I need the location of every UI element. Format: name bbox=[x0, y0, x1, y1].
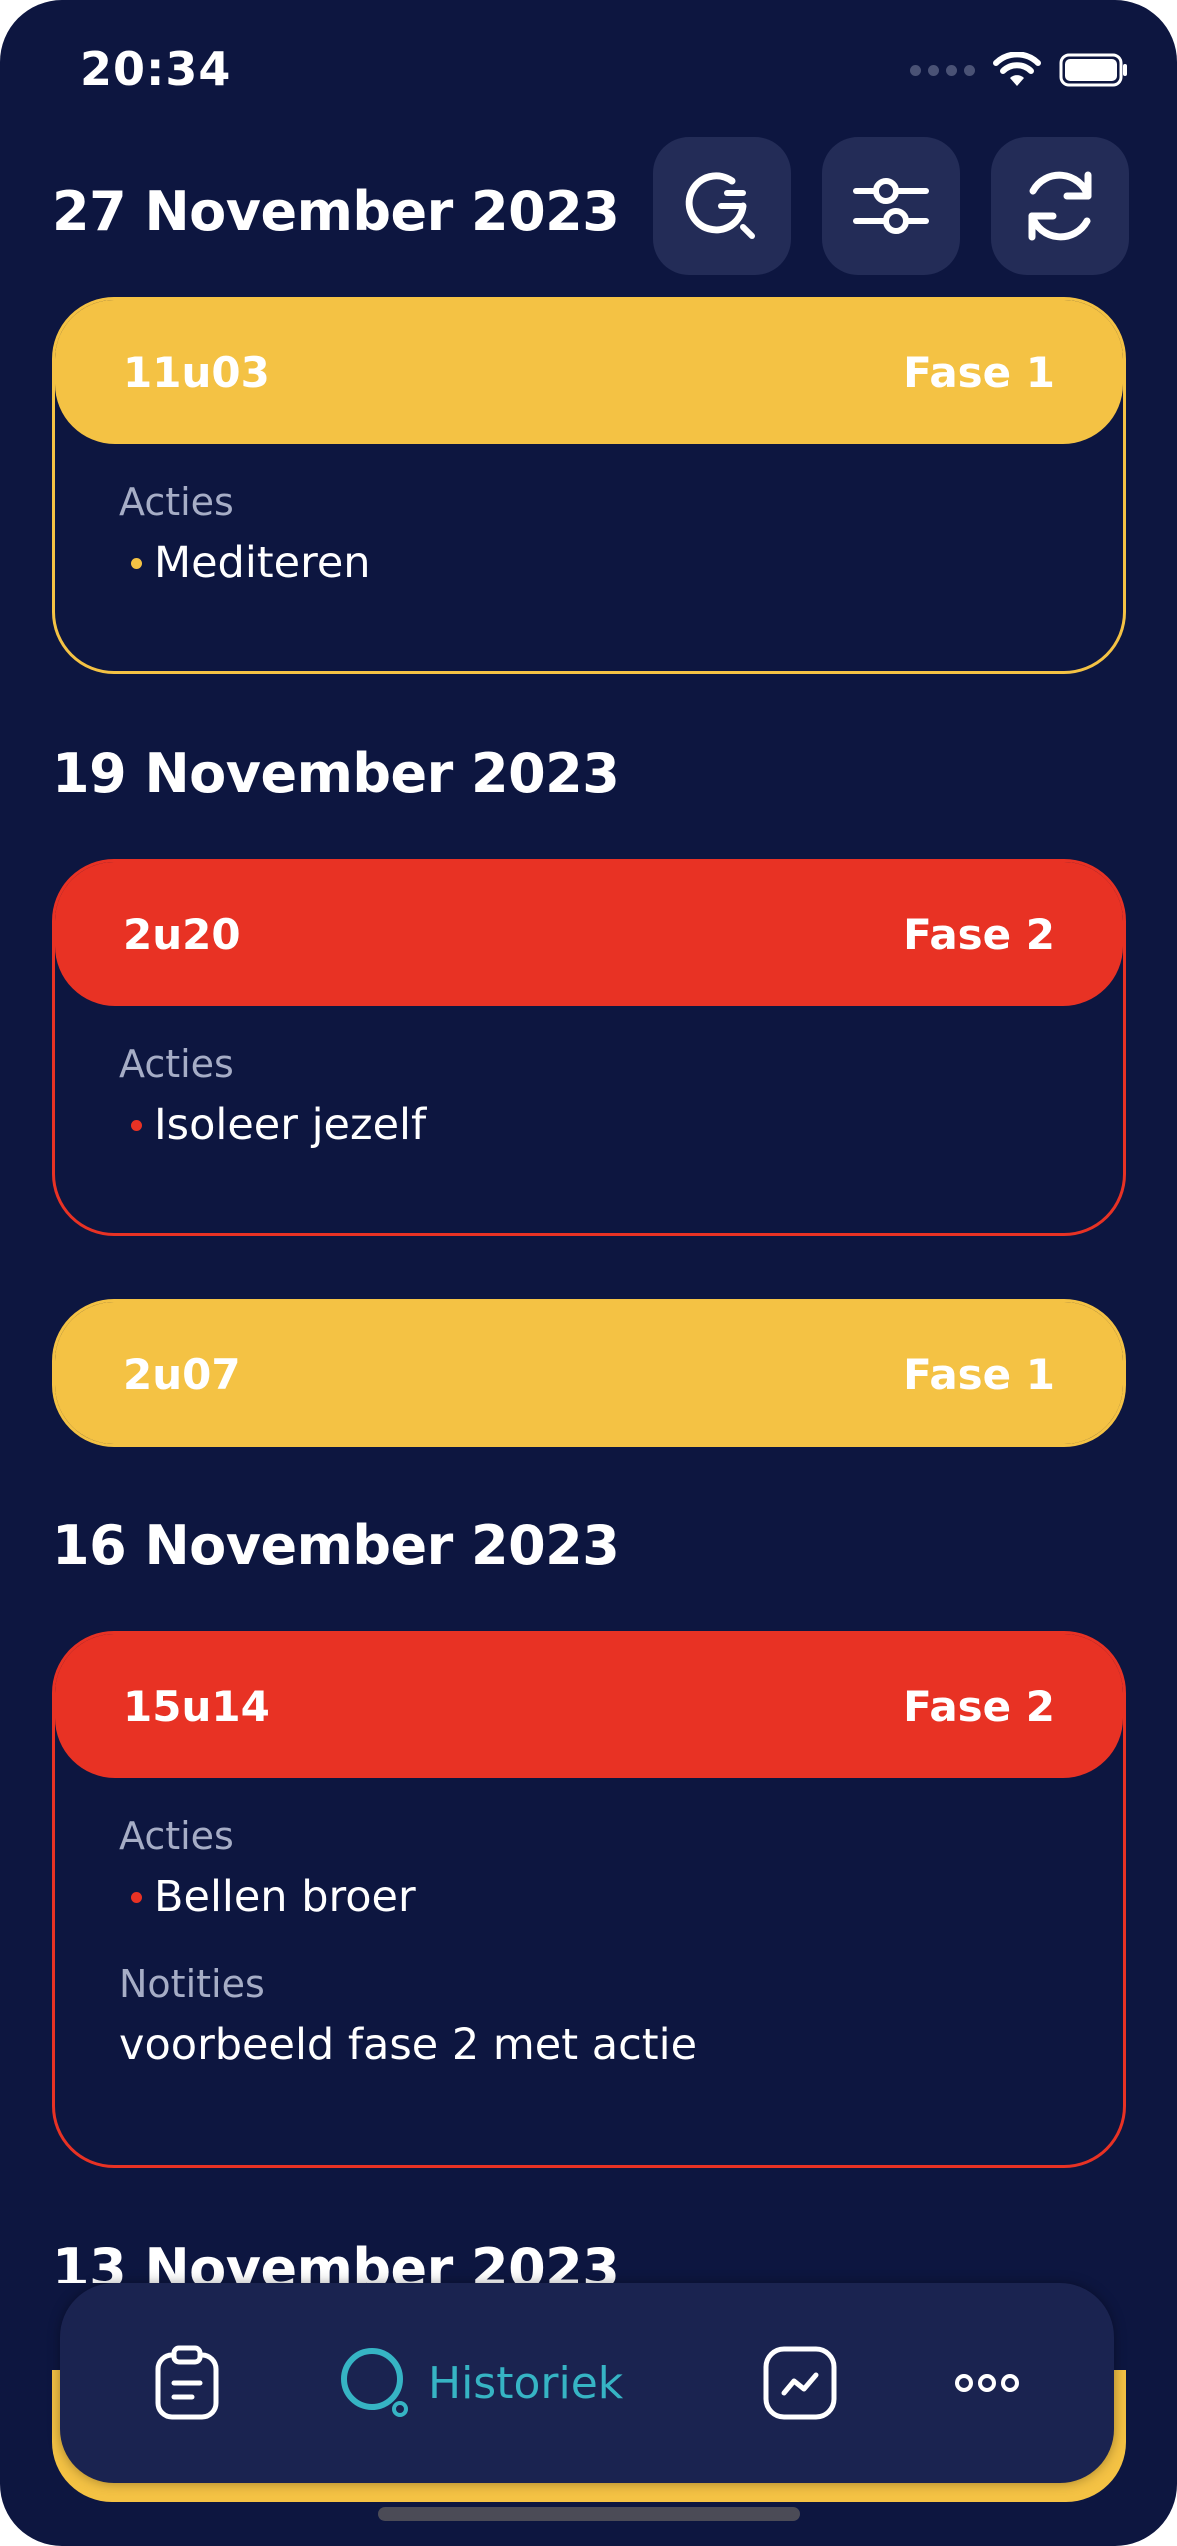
wifi-icon bbox=[993, 52, 1041, 86]
action-text: Bellen broer bbox=[154, 1872, 416, 1922]
bullet-icon bbox=[131, 1891, 142, 1903]
action-text: Mediteren bbox=[154, 538, 371, 588]
tab-log[interactable] bbox=[152, 2283, 222, 2483]
actions-label: Acties bbox=[119, 1814, 234, 1858]
entry-time: 2u07 bbox=[123, 1349, 241, 1399]
entry-card-header: 11u03 Fase 1 bbox=[55, 300, 1123, 444]
filter-sliders-icon bbox=[853, 178, 929, 234]
entry-card[interactable]: 11u03 Fase 1 Acties Mediteren bbox=[52, 297, 1126, 674]
refresh-icon bbox=[1028, 171, 1092, 241]
more-icon bbox=[955, 2374, 1019, 2392]
entry-card[interactable]: 2u07 Fase 1 bbox=[52, 1299, 1126, 1447]
bullet-icon bbox=[131, 1119, 142, 1131]
status-time: 20:34 bbox=[80, 42, 232, 96]
section-date-4: 13 November 2023 bbox=[52, 2237, 620, 2283]
cellular-signal-icon bbox=[910, 64, 975, 76]
home-indicator bbox=[378, 2507, 800, 2521]
entry-card-header: 2u20 Fase 2 bbox=[55, 862, 1123, 1006]
action-text: Isoleer jezelf bbox=[154, 1100, 427, 1150]
entry-phase: Fase 2 bbox=[903, 909, 1055, 959]
notes-text: voorbeeld fase 2 met actie bbox=[119, 2020, 698, 2070]
entry-card-body: Acties Isoleer jezelf bbox=[55, 1006, 1123, 1150]
tab-historiek[interactable]: Historiek bbox=[338, 2283, 623, 2483]
action-item: Mediteren bbox=[119, 538, 1059, 588]
app-screen: 20:34 27 November 2023 11u03 Fase 1 Acti… bbox=[0, 0, 1177, 2546]
tab-more[interactable] bbox=[954, 2283, 1020, 2483]
bullet-icon bbox=[131, 557, 142, 569]
search-history-icon bbox=[685, 172, 755, 239]
section-date-1: 27 November 2023 bbox=[52, 180, 620, 243]
entry-card-header: 15u14 Fase 2 bbox=[55, 1634, 1123, 1778]
clipboard-icon bbox=[155, 2345, 219, 2420]
battery-icon bbox=[1059, 53, 1127, 87]
search-history-button[interactable] bbox=[653, 137, 791, 275]
entry-card-header: 2u07 Fase 1 bbox=[55, 1302, 1123, 1444]
chart-icon bbox=[763, 2346, 837, 2420]
tab-statistics[interactable] bbox=[762, 2283, 838, 2483]
entry-time: 11u03 bbox=[123, 347, 270, 397]
notes-label: Notities bbox=[119, 1962, 265, 2006]
action-item: Bellen broer bbox=[119, 1872, 1059, 1922]
entry-card-body: Acties Bellen broer Notities voorbeeld f… bbox=[55, 1778, 1123, 2070]
entry-card-body: Acties Mediteren bbox=[55, 444, 1123, 588]
section-date-2: 19 November 2023 bbox=[52, 742, 620, 805]
entry-phase: Fase 1 bbox=[903, 347, 1055, 397]
action-item: Isoleer jezelf bbox=[119, 1100, 1059, 1150]
actions-label: Acties bbox=[119, 480, 234, 524]
bottom-tab-bar: Historiek bbox=[60, 2283, 1114, 2483]
entry-phase: Fase 2 bbox=[903, 1681, 1055, 1731]
entry-card[interactable]: 15u14 Fase 2 Acties Bellen broer Notitie… bbox=[52, 1631, 1126, 2168]
refresh-button[interactable] bbox=[991, 137, 1129, 275]
entry-time: 15u14 bbox=[123, 1681, 270, 1731]
status-indicators bbox=[910, 52, 1129, 88]
entry-card[interactable]: 2u20 Fase 2 Acties Isoleer jezelf bbox=[52, 859, 1126, 1236]
filter-button[interactable] bbox=[822, 137, 960, 275]
actions-label: Acties bbox=[119, 1042, 234, 1086]
section-date-3: 16 November 2023 bbox=[52, 1514, 620, 1577]
entry-phase: Fase 1 bbox=[903, 1349, 1055, 1399]
tab-historiek-label: Historiek bbox=[428, 2357, 624, 2409]
entry-time: 2u20 bbox=[123, 909, 241, 959]
history-search-icon bbox=[341, 2348, 408, 2417]
